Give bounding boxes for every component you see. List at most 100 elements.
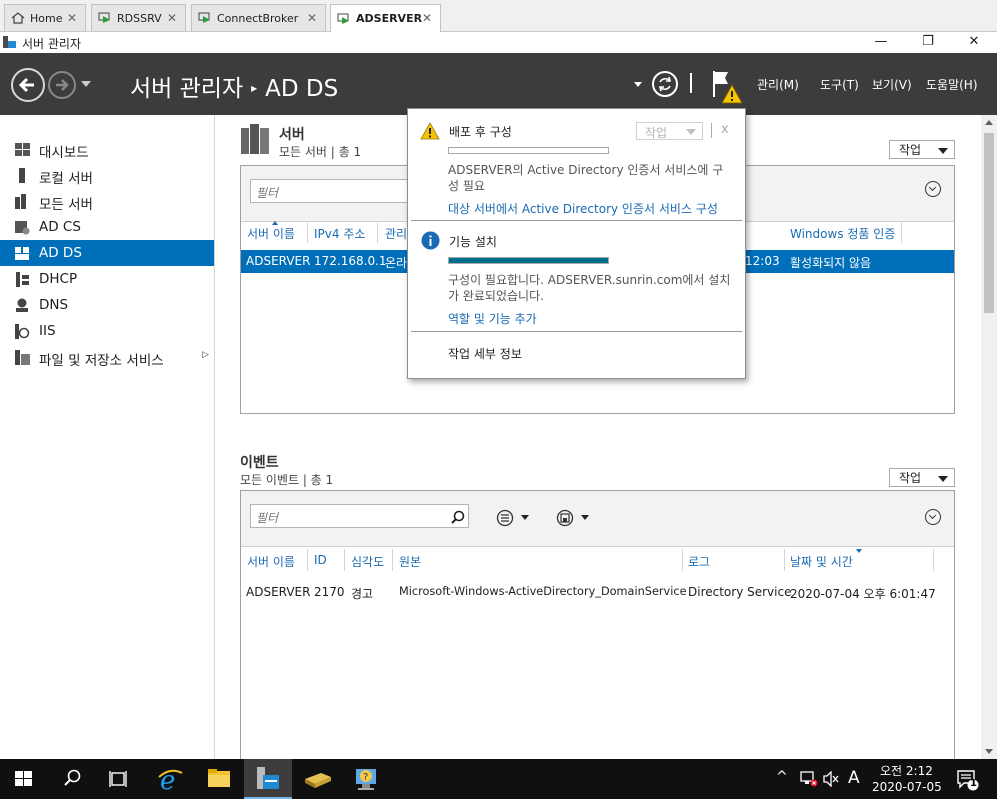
col-windows-activation[interactable]: Windows 정품 인증 [790, 225, 895, 242]
tab-rdssrv[interactable]: RDSSRV ✕ [91, 4, 186, 31]
expand-arrow-icon[interactable]: ▷ [202, 350, 209, 360]
col-severity[interactable]: 심각도 [351, 553, 384, 570]
menu-manage[interactable]: 관리(M) [757, 76, 799, 93]
cell-activation: 활성화되지 않음 [790, 256, 872, 270]
refresh-button[interactable] [652, 71, 678, 97]
tab-connectbroker[interactable]: ConnectBroker ✕ [191, 4, 326, 31]
show-hidden-icons-button[interactable]: ^ [776, 769, 788, 785]
minimize-button[interactable]: — [858, 32, 904, 53]
tab-adserver[interactable]: ADSERVER ✕ [330, 4, 441, 32]
save-query-button[interactable] [556, 509, 590, 527]
iis-icon [14, 324, 31, 339]
file-explorer-button[interactable] [195, 759, 243, 799]
forward-button[interactable] [48, 71, 76, 99]
dropdown-caret-icon [938, 476, 948, 482]
task-details-link[interactable]: 작업 세부 정보 [448, 345, 522, 362]
close-button[interactable]: ✕ [951, 32, 997, 53]
scroll-down-icon[interactable] [985, 749, 993, 754]
ime-indicator[interactable]: A [848, 768, 860, 788]
sidebar-item-ad-cs[interactable]: AD CS [0, 214, 214, 240]
col-server-name[interactable]: 서버 이름 [247, 553, 295, 570]
config-progress-bar [448, 147, 609, 154]
tab-home[interactable]: Home ✕ [4, 4, 86, 31]
col-date-time[interactable]: 날짜 및 시간 [790, 553, 853, 570]
sidebar-item-label: AD DS [39, 245, 82, 261]
restore-button[interactable]: ❐ [905, 32, 951, 53]
storage-taskbar-button[interactable] [293, 759, 341, 799]
col-log[interactable]: 로그 [688, 553, 710, 570]
col-source[interactable]: 원본 [399, 553, 421, 570]
events-task-button[interactable]: 작업 [889, 468, 955, 487]
scroll-up-icon[interactable] [985, 120, 993, 125]
dropdown-caret-icon [938, 148, 948, 154]
computer-help-icon: ? [356, 769, 376, 790]
notification-task-button[interactable]: 작업 [636, 122, 703, 140]
breadcrumb-app[interactable]: 서버 관리자 [130, 76, 243, 102]
task-view-button[interactable] [96, 759, 144, 799]
history-dropdown-icon[interactable] [81, 81, 91, 87]
scroll-thumb[interactable] [984, 133, 994, 313]
menu-help[interactable]: 도움말(H) [926, 76, 978, 93]
servers-section-icon [240, 124, 270, 154]
configure-adcs-link[interactable]: 대상 서버에서 Active Directory 인증서 서비스 구성 [448, 200, 718, 217]
network-icon[interactable] [800, 771, 818, 787]
col-manageability[interactable]: 관리 [385, 225, 407, 242]
clock-date[interactable]: 2020-07-05 [872, 780, 942, 794]
sort-asc-icon [272, 221, 278, 225]
notification-close-button[interactable]: x [721, 122, 729, 137]
tab-close-icon[interactable]: ✕ [422, 11, 432, 25]
servers-task-button[interactable]: 작업 [889, 140, 955, 159]
search-icon[interactable] [451, 510, 465, 524]
tab-close-icon[interactable]: ✕ [167, 11, 177, 25]
sidebar-item-iis[interactable]: IIS [0, 318, 214, 344]
sidebar-item-ad-ds[interactable]: AD DS [0, 240, 214, 266]
save-icon [556, 509, 589, 527]
col-ipv4[interactable]: IPv4 주소 [314, 225, 365, 242]
sidebar-item-dashboard[interactable]: 대시보드 [0, 136, 214, 162]
col-server-name[interactable]: 서버 이름 [247, 225, 295, 242]
column-separator [307, 549, 308, 571]
notifications-flag-button[interactable] [710, 69, 744, 105]
events-filter-input[interactable]: 필터 [250, 504, 469, 528]
search-button[interactable] [48, 759, 96, 799]
tab-label: Home [30, 11, 63, 25]
col-id[interactable]: ID [314, 553, 327, 567]
servers-expand-icon[interactable] [925, 181, 941, 197]
table-row[interactable]: ADSERVER 2170 경고 Microsoft-Windows-Activ… [241, 579, 954, 603]
server-manager-icon [2, 35, 17, 49]
sidebar-item-dhcp[interactable]: DHCP [0, 266, 214, 292]
action-center-button[interactable]: 1 [957, 769, 979, 791]
sidebar-item-label: 모든 서버 [39, 197, 93, 213]
back-button[interactable] [11, 68, 45, 102]
events-subtitle: 모든 이벤트 | 총 1 [240, 473, 334, 487]
vertical-scrollbar[interactable] [981, 115, 997, 759]
sidebar-item-dns[interactable]: DNS [0, 292, 214, 318]
events-expand-icon[interactable] [925, 509, 941, 525]
refresh-dropdown-icon[interactable] [634, 82, 642, 87]
sort-desc-icon [856, 549, 862, 553]
menu-tools[interactable]: 도구(T) [820, 76, 859, 93]
cell-severity: 경고 [351, 587, 374, 601]
back-arrow-icon [18, 77, 34, 93]
volume-muted-icon[interactable] [822, 770, 840, 788]
troubleshoot-taskbar-button[interactable]: ? [342, 759, 390, 799]
sidebar-item-local-server[interactable]: 로컬 서버 [0, 162, 214, 188]
cell-source: Microsoft-Windows-ActiveDirectory_Domain… [399, 585, 687, 598]
sidebar-item-all-servers[interactable]: 모든 서버 [0, 188, 214, 214]
server-manager-taskbar-button[interactable] [244, 759, 292, 799]
servers-title: 서버 [279, 127, 305, 143]
add-roles-features-link[interactable]: 역할 및 기능 추가 [448, 310, 537, 327]
home-icon [11, 12, 25, 24]
tab-close-icon[interactable]: ✕ [307, 11, 317, 25]
sidebar-item-file-storage[interactable]: 파일 및 저장소 서비스 ▷ [0, 344, 214, 370]
clock-time[interactable]: 오전 2:12 [880, 762, 933, 779]
start-button[interactable] [0, 759, 48, 799]
list-options-button[interactable] [496, 509, 530, 527]
breadcrumb-separator-icon: ▸ [251, 81, 258, 95]
internet-explorer-button[interactable]: e [146, 759, 194, 799]
column-separator [682, 549, 683, 571]
task-label: 작업 [899, 471, 922, 485]
remote-desktop-icon [198, 12, 212, 24]
tab-close-icon[interactable]: ✕ [67, 11, 77, 25]
menu-view[interactable]: 보기(V) [872, 76, 912, 93]
